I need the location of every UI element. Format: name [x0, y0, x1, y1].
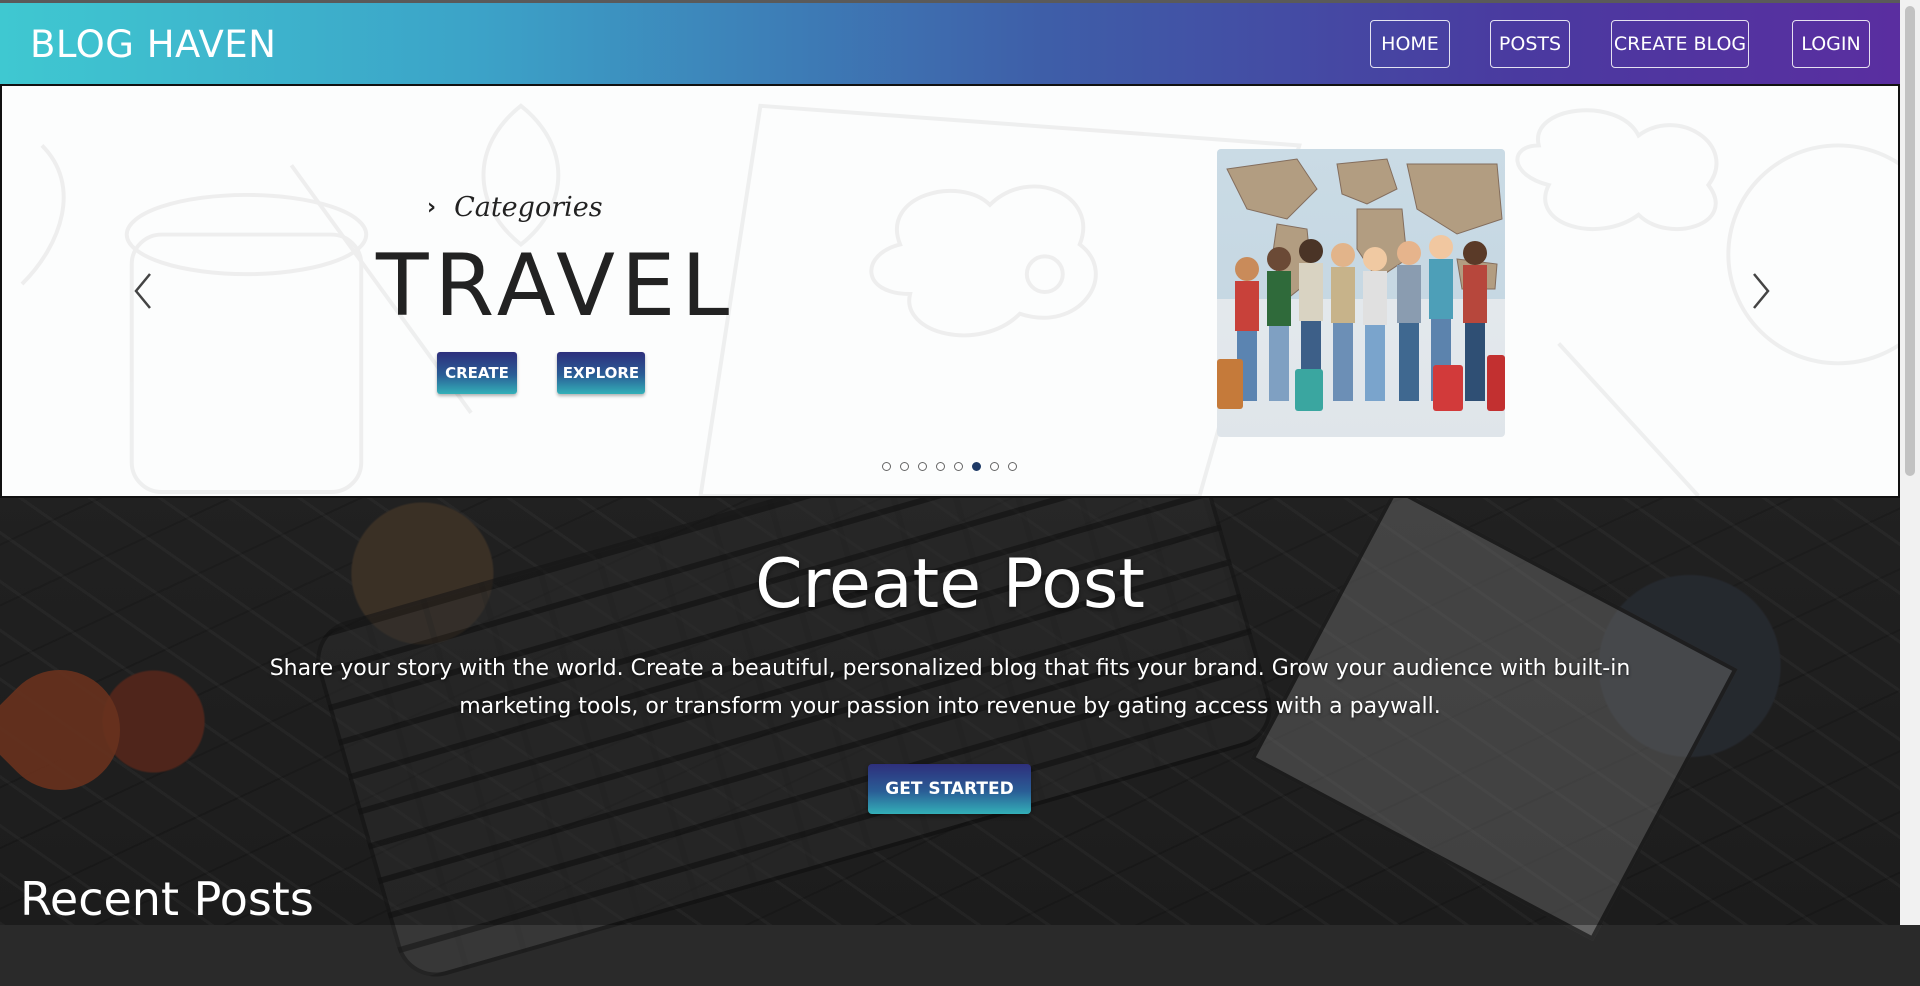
travel-illustration: [1217, 149, 1505, 437]
page-scrollbar[interactable]: [1900, 0, 1920, 925]
category-label: Categories: [454, 192, 603, 223]
carousel-indicator-8[interactable]: [1008, 462, 1017, 471]
nav-login-button[interactable]: LOGIN: [1792, 20, 1870, 68]
create-post-heading: Create Post: [755, 545, 1145, 624]
category-carousel: › Categories TRAVEL CREATE EXPLORE: [0, 84, 1900, 498]
category-title: TRAVEL: [376, 236, 736, 336]
carousel-indicator-6[interactable]: [972, 462, 981, 471]
carousel-indicator-5[interactable]: [954, 462, 963, 471]
nav-create-blog-button[interactable]: CREATE BLOG: [1611, 20, 1749, 68]
brand-logo[interactable]: BLOG HAVEN: [30, 23, 276, 66]
carousel-indicators: [882, 462, 1017, 471]
chevron-right-icon: [1753, 273, 1770, 309]
top-navbar: BLOG HAVEN HOME POSTS CREATE BLOG LOGIN: [0, 0, 1900, 84]
nav-home-button[interactable]: HOME: [1370, 20, 1450, 68]
chevron-left-icon: [134, 273, 151, 309]
carousel-next-button[interactable]: [1740, 266, 1780, 316]
category-breadcrumb: › Categories: [427, 192, 603, 223]
slide-explore-button[interactable]: EXPLORE: [557, 352, 645, 394]
carousel-indicator-2[interactable]: [900, 462, 909, 471]
carousel-fade: [2, 86, 1898, 496]
get-started-button[interactable]: GET STARTED: [868, 764, 1031, 814]
create-post-description: Share your story with the world. Create …: [269, 656, 1631, 719]
carousel-indicator-4[interactable]: [936, 462, 945, 471]
recent-posts-heading: Recent Posts: [20, 872, 314, 926]
carousel-indicator-3[interactable]: [918, 462, 927, 471]
carousel-prev-button[interactable]: [124, 266, 164, 316]
chevron-right-icon: ›: [427, 195, 437, 220]
slide-create-button[interactable]: CREATE: [437, 352, 517, 394]
carousel-indicator-7[interactable]: [990, 462, 999, 471]
scrollbar-thumb[interactable]: [1905, 6, 1915, 476]
carousel-indicator-1[interactable]: [882, 462, 891, 471]
nav-posts-button[interactable]: POSTS: [1490, 20, 1570, 68]
